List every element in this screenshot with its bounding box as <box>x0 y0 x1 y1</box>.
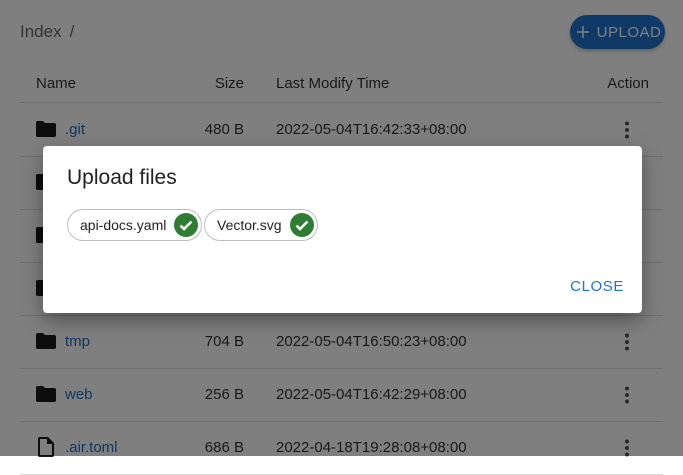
upload-files-dialog: Upload files api-docs.yaml Vector.svg CL… <box>43 146 642 313</box>
chip-file-name: Vector.svg <box>217 217 282 233</box>
uploaded-file-chip: api-docs.yaml <box>67 209 203 241</box>
check-circle-icon <box>289 213 314 237</box>
check-circle-icon <box>174 213 199 237</box>
chip-file-name: api-docs.yaml <box>80 217 167 233</box>
close-button[interactable]: CLOSE <box>570 278 624 295</box>
uploaded-file-chip: Vector.svg <box>204 209 318 241</box>
dialog-title: Upload files <box>67 166 177 189</box>
